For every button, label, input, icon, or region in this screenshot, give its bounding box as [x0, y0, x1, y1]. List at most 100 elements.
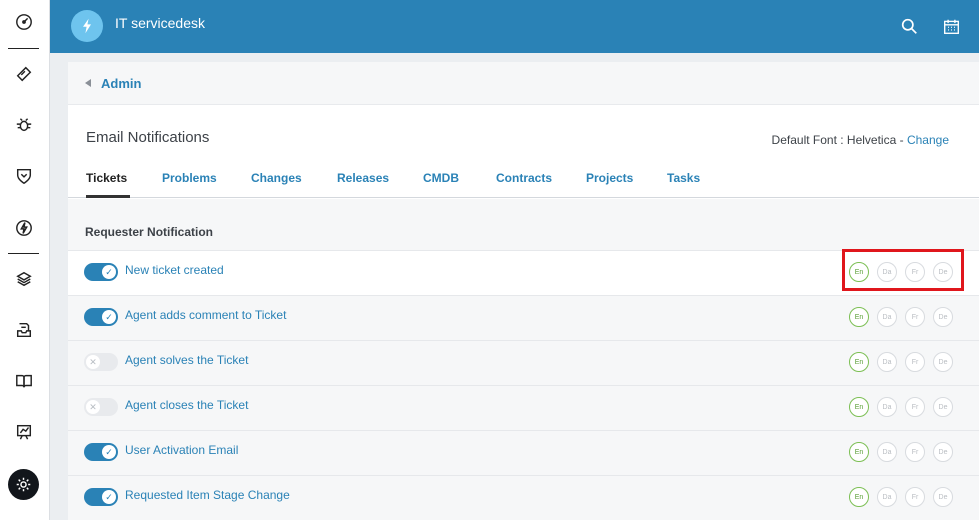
language-da-button[interactable]: Da — [877, 487, 897, 507]
report-icon — [16, 424, 32, 440]
calendar-icon — [943, 19, 959, 34]
sidebar-divider — [8, 253, 39, 254]
close-icon: ✕ — [86, 400, 100, 414]
bug-icon — [16, 118, 32, 132]
sidebar-item-knowledge[interactable] — [0, 361, 48, 401]
notification-toggle[interactable]: ✓ — [84, 263, 118, 281]
language-selector: En Da Fr De — [849, 396, 955, 418]
tab-tickets[interactable]: Tickets — [86, 171, 127, 185]
search-button[interactable] — [897, 14, 921, 38]
sidebar-item-contracts[interactable] — [0, 310, 48, 350]
calendar-button[interactable] — [939, 14, 963, 38]
tab-releases[interactable]: Releases — [337, 171, 389, 185]
language-da-button[interactable]: Da — [877, 397, 897, 417]
notification-label[interactable]: Requested Item Stage Change — [125, 488, 290, 502]
page-title: Email Notifications — [86, 129, 210, 146]
language-selector: En Da Fr De — [849, 441, 955, 463]
language-selector: En Da Fr De — [849, 486, 955, 508]
notification-row: ✓ Agent adds comment to Ticket En Da Fr … — [68, 295, 979, 340]
notification-row: ✕ Agent closes the Ticket En Da Fr De — [68, 385, 979, 430]
dashboard-icon — [16, 14, 32, 30]
sidebar-item-cmdb[interactable] — [0, 259, 48, 299]
breadcrumb: Admin — [68, 62, 979, 105]
check-icon: ✓ — [102, 445, 116, 459]
tab-changes[interactable]: Changes — [251, 171, 302, 185]
language-en-button[interactable]: En — [849, 307, 869, 327]
lightning-icon — [83, 18, 91, 34]
app-logo[interactable] — [71, 10, 103, 42]
highlight-frame — [842, 249, 964, 291]
notification-toggle[interactable]: ✓ — [84, 443, 118, 461]
sidebar — [0, 0, 50, 520]
tab-tasks[interactable]: Tasks — [667, 171, 700, 185]
language-fr-button[interactable]: Fr — [905, 487, 925, 507]
book-icon — [16, 374, 32, 388]
check-icon: ✓ — [102, 310, 116, 324]
font-separator: - — [896, 133, 907, 147]
notification-label[interactable]: Agent solves the Ticket — [125, 353, 248, 367]
sidebar-item-changes[interactable] — [0, 156, 48, 196]
inbox-icon — [16, 322, 32, 338]
notification-row: ✓ Requested Item Stage Change En Da Fr D… — [68, 475, 979, 520]
language-fr-button[interactable]: Fr — [905, 307, 925, 327]
tab-cmdb[interactable]: CMDB — [423, 171, 459, 185]
section-title: Requester Notification — [85, 225, 214, 239]
notification-label[interactable]: User Activation Email — [125, 443, 238, 457]
close-icon: ✕ — [86, 355, 100, 369]
language-fr-button[interactable]: Fr — [905, 397, 925, 417]
check-icon: ✓ — [102, 490, 116, 504]
language-de-button[interactable]: De — [933, 352, 953, 372]
language-en-button[interactable]: En — [849, 352, 869, 372]
language-selector: En Da Fr De — [849, 351, 955, 373]
notification-toggle[interactable]: ✓ — [84, 488, 118, 506]
language-fr-button[interactable]: Fr — [905, 442, 925, 462]
search-icon — [901, 18, 917, 34]
sidebar-item-tickets[interactable] — [0, 54, 48, 94]
lightning-icon — [16, 220, 32, 236]
language-da-button[interactable]: Da — [877, 307, 897, 327]
notification-label[interactable]: New ticket created — [125, 263, 224, 277]
layers-icon — [16, 271, 32, 287]
ticket-icon — [16, 66, 32, 82]
default-font-value: Helvetica — [846, 133, 897, 147]
language-da-button[interactable]: Da — [877, 352, 897, 372]
tab-problems[interactable]: Problems — [162, 171, 217, 185]
language-en-button[interactable]: En — [849, 442, 869, 462]
language-de-button[interactable]: De — [933, 397, 953, 417]
language-selector: En Da Fr De — [849, 306, 955, 328]
notification-toggle[interactable]: ✕ — [84, 398, 118, 416]
shield-icon — [16, 168, 32, 185]
check-icon: ✓ — [102, 265, 116, 279]
notification-row: ✓ User Activation Email En Da Fr De — [68, 430, 979, 475]
sidebar-item-settings[interactable] — [8, 469, 39, 500]
sidebar-item-dashboard[interactable] — [0, 2, 48, 42]
tab-contracts[interactable]: Contracts — [496, 171, 552, 185]
app-title: IT servicedesk — [115, 15, 205, 31]
default-font-info: Default Font : Helvetica - Change — [772, 133, 949, 147]
language-fr-button[interactable]: Fr — [905, 352, 925, 372]
language-de-button[interactable]: De — [933, 487, 953, 507]
sidebar-item-reports[interactable] — [0, 412, 48, 452]
tab-projects[interactable]: Projects — [586, 171, 633, 185]
sidebar-item-releases[interactable] — [0, 208, 48, 248]
back-arrow-icon[interactable] — [85, 79, 91, 87]
language-de-button[interactable]: De — [933, 442, 953, 462]
gear-icon — [16, 477, 31, 492]
active-tab-indicator — [86, 195, 130, 198]
language-en-button[interactable]: En — [849, 487, 869, 507]
change-font-link[interactable]: Change — [907, 133, 949, 147]
notification-label[interactable]: Agent closes the Ticket — [125, 398, 248, 412]
default-font-label: Default Font : — [771, 133, 847, 147]
sidebar-divider — [8, 48, 39, 49]
breadcrumb-admin-link[interactable]: Admin — [101, 76, 141, 91]
language-en-button[interactable]: En — [849, 397, 869, 417]
main-panel: Admin Email Notifications Default Font :… — [68, 62, 979, 520]
sidebar-item-problems[interactable] — [0, 105, 48, 145]
notification-label[interactable]: Agent adds comment to Ticket — [125, 308, 286, 322]
notification-row: ✕ Agent solves the Ticket En Da Fr De — [68, 340, 979, 385]
language-da-button[interactable]: Da — [877, 442, 897, 462]
language-de-button[interactable]: De — [933, 307, 953, 327]
notification-toggle[interactable]: ✕ — [84, 353, 118, 371]
notification-toggle[interactable]: ✓ — [84, 308, 118, 326]
tab-bar: Tickets Problems Changes Releases CMDB C… — [68, 162, 979, 198]
